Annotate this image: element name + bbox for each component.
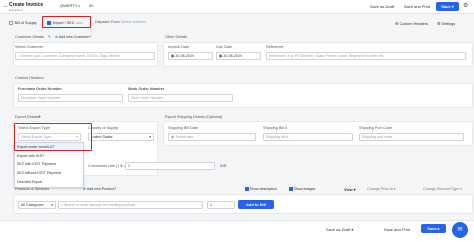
- calendar-icon: ▦: [219, 54, 223, 58]
- po-input[interactable]: Purchase Order Number: [18, 94, 123, 102]
- plus-icon: ⊕: [55, 35, 59, 39]
- conversion-currency: INR: [220, 164, 227, 168]
- shipping-port-label: Shipping Port Code: [359, 126, 392, 130]
- country-select[interactable]: United States ▾: [88, 133, 154, 141]
- add-new-customer-link[interactable]: ⊕ Add new Customer?: [55, 35, 91, 39]
- chevron-down-icon: ▾: [393, 187, 396, 191]
- calendar-icon: ▦: [171, 135, 175, 139]
- invoice-number[interactable]: 92: [89, 3, 93, 8]
- plus-icon: ⊕: [83, 187, 87, 191]
- footer-save-button[interactable]: Save ▸: [421, 224, 446, 233]
- select-customer-label: Select Customer: [15, 45, 44, 49]
- change-price-select[interactable]: Change Price to ▾: [367, 187, 396, 191]
- shipping-port-input[interactable]: Shipping port code: [359, 133, 464, 141]
- dispatch-from-label: Dispatch From: [95, 20, 120, 24]
- quantity-input[interactable]: 1: [207, 201, 235, 209]
- shipping-bill-date-input[interactable]: ▦ Select date: [168, 133, 256, 141]
- calendar-icon: ▦: [171, 54, 175, 58]
- reference-input[interactable]: Reference, e.g. PO Number, Sales Person …: [266, 52, 466, 60]
- country-label: Country of Supply: [88, 126, 119, 130]
- chevron-down-icon: ▾: [460, 187, 463, 191]
- shipping-bill-no-input[interactable]: Shipping bill #: [263, 133, 353, 141]
- customer-search-input[interactable]: ⌕ Search your Customer, Company Name, GS…: [15, 52, 155, 60]
- add-to-bill-button[interactable]: Add to Bill: [238, 200, 274, 209]
- checkbox-checked-icon: [245, 187, 249, 191]
- conversion-input[interactable]: 1: [125, 162, 215, 170]
- search-icon: ⌕: [18, 54, 21, 58]
- export-details-label: Export Details: [15, 115, 39, 119]
- settings-link[interactable]: ⚙ Settings: [437, 21, 455, 26]
- chevron-down-icon: ▾: [351, 227, 354, 232]
- invoice-date-input[interactable]: ▦ 20-06-2024: [168, 52, 213, 60]
- dropdown-option-2[interactable]: SEZ with IGST Payment: [15, 160, 83, 168]
- gear-icon: ⚙: [437, 22, 441, 26]
- due-date-label: Due Date: [216, 45, 233, 49]
- chat-icon[interactable]: ✉: [452, 222, 468, 238]
- gear-icon[interactable]: ⚙: [463, 2, 468, 9]
- chevron-down-icon: ▾: [51, 203, 53, 207]
- header-save-draft-button[interactable]: Save as Draft: [365, 4, 399, 9]
- page-subtitle: Enhanced: [9, 8, 23, 12]
- change-discount-select[interactable]: Change Discount Type ▾: [423, 187, 462, 191]
- dropdown-option-1[interactable]: Export with IGST: [15, 152, 83, 160]
- search-icon: ⌕: [61, 203, 64, 207]
- series-select[interactable]: QWERTY ▾: [60, 3, 80, 8]
- products-section-label: Products & Services: [15, 187, 50, 191]
- shipping-bill-no-label: Shipping Bill #: [263, 126, 288, 130]
- export-sez-highlight: [42, 16, 91, 28]
- footer-save-draft-button[interactable]: Save as Draft ▾: [326, 227, 353, 232]
- dropdown-option-4[interactable]: Deemed Export: [15, 178, 83, 186]
- other-details-label: Other Details: [165, 35, 188, 39]
- shipping-bill-date-label: Shipping Bill Date: [168, 126, 198, 130]
- export-type-highlight: [14, 123, 92, 151]
- po-label: Purchase Order Number: [18, 87, 62, 91]
- custom-headers-link[interactable]: ⚙ Custom Headers: [395, 21, 428, 26]
- checkbox-checked-icon: [289, 187, 293, 191]
- chevron-down-icon: ▾: [353, 188, 356, 192]
- invoice-date-label: Invoice Date: [168, 45, 190, 49]
- view-select[interactable]: View ▾: [344, 187, 356, 192]
- custom-headers-section-label: Custom Headers: [15, 76, 44, 80]
- bill-of-supply-checkbox[interactable]: Bill of Supply: [9, 20, 37, 25]
- gear-icon: ⚙: [395, 22, 399, 26]
- shipping-section-label: Export Shipping Details (Optional): [165, 115, 223, 119]
- product-search-input[interactable]: ⌕ Search or scan barcode for existing pr…: [58, 201, 203, 209]
- series-value: QWERTY: [60, 3, 78, 8]
- bill-of-supply-label: Bill of Supply: [14, 21, 37, 25]
- checkbox-icon: [9, 21, 13, 25]
- show-images-toggle[interactable]: Show Images: [289, 187, 315, 191]
- add-new-product-link[interactable]: ⊕ Add new Product?: [83, 187, 116, 191]
- category-select[interactable]: All Categories ▾: [18, 201, 56, 209]
- conversion-label: Conversion rate (1 $ =: [88, 164, 126, 168]
- dropdown-option-3[interactable]: SEZ without IGST Payment: [15, 169, 83, 177]
- show-description-toggle[interactable]: Show description: [245, 187, 277, 191]
- header-save-print-button[interactable]: Save and Print: [400, 4, 434, 9]
- chevron-down-icon: ▾: [78, 4, 81, 8]
- pencil-icon[interactable]: ✎: [48, 35, 51, 39]
- header-save-button[interactable]: Save ▾: [436, 2, 459, 11]
- customer-section-label: Customer Details: [15, 35, 45, 39]
- wo-input[interactable]: Work Order Number: [128, 94, 233, 102]
- footer-save-print-button[interactable]: Save and Print: [379, 227, 415, 232]
- reference-label: Reference: [266, 45, 284, 49]
- chevron-down-icon: ▾: [149, 135, 151, 139]
- wo-label: Work Order Number: [128, 87, 165, 91]
- dispatch-from-select[interactable]: Select address: [121, 20, 146, 24]
- plane-icon: ✈: [38, 114, 42, 119]
- due-date-input[interactable]: ▦ 20-06-2024: [216, 52, 261, 60]
